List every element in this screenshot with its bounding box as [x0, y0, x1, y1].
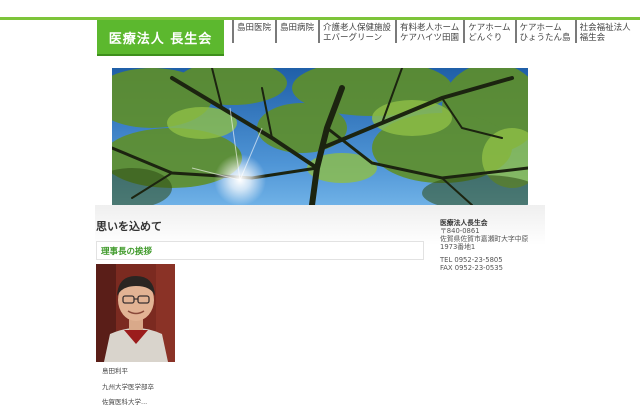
nav-label: 介護老人保健施設 [323, 23, 392, 33]
nav-label: 島田医院 [237, 23, 272, 33]
sidebar-fax: FAX 0952-23-0535 [440, 264, 503, 272]
sidebar-org-name: 医療法人長生会 [440, 219, 488, 227]
nav-item-care-heights[interactable]: 有料老人ホーム ケアハイツ田園 [395, 20, 463, 43]
chairman-career: 佐賀医科大学... [102, 398, 148, 406]
tree-canopy-illustration [112, 68, 528, 205]
portrait-illustration [96, 264, 175, 362]
sidebar-contact: 医療法人長生会 〒840-0861 佐賀県佐賀市嘉瀬町大字中原 1973番地1 … [440, 219, 528, 272]
nav-item-shimada-clinic[interactable]: 島田医院 [232, 20, 275, 43]
logo-text: 医療法人 長生会 [108, 31, 213, 47]
chairman-name: 島田利平 [102, 367, 128, 375]
nav-label-sub: ひょうたん島 [519, 33, 571, 43]
page-title: 思いを込めて [96, 220, 162, 233]
chairman-photo [96, 264, 175, 362]
nav-label: ケアホーム [468, 23, 511, 33]
sidebar-tel: TEL 0952-23-5805 [440, 256, 503, 264]
section-title: 理事長の挨拶 [101, 247, 153, 257]
nav-label: 有料老人ホーム [400, 23, 460, 33]
sidebar-postal: 〒840-0861 [440, 227, 480, 235]
nav-item-fukuseikai[interactable]: 社会福祉法人 福生会 [574, 20, 635, 43]
section-header: 理事長の挨拶 [96, 241, 424, 260]
hero-tree-image [112, 68, 528, 205]
nav-label-sub: 福生会 [579, 33, 606, 43]
nav-item-shimada-hospital[interactable]: 島田病院 [275, 20, 318, 43]
sidebar-address-line1: 佐賀県佐賀市嘉瀬町大字中原 [440, 235, 529, 243]
nav-label-sub: どんぐり [468, 33, 503, 43]
nav-label: 島田病院 [280, 23, 315, 33]
nav-item-evergreen[interactable]: 介護老人保健施設 エバーグリーン [318, 20, 395, 43]
nav-label: ケアホーム [519, 23, 562, 33]
nav-label-sub: エバーグリーン [323, 33, 383, 43]
chairman-education: 九州大学医学部卒 [102, 383, 154, 391]
nav-item-hyoutanjima[interactable]: ケアホーム ひょうたん島 [514, 20, 575, 43]
site-logo[interactable]: 医療法人 長生会 [97, 20, 224, 56]
nav-item-donguri[interactable]: ケアホーム どんぐり [463, 20, 514, 43]
main-nav: 島田医院 島田病院 介護老人保健施設 エバーグリーン 有料老人ホーム ケアハイツ… [232, 20, 635, 46]
nav-label: 社会福祉法人 [579, 23, 631, 33]
nav-label-sub: ケアハイツ田園 [400, 33, 460, 43]
sidebar-address-line2: 1973番地1 [440, 243, 476, 251]
